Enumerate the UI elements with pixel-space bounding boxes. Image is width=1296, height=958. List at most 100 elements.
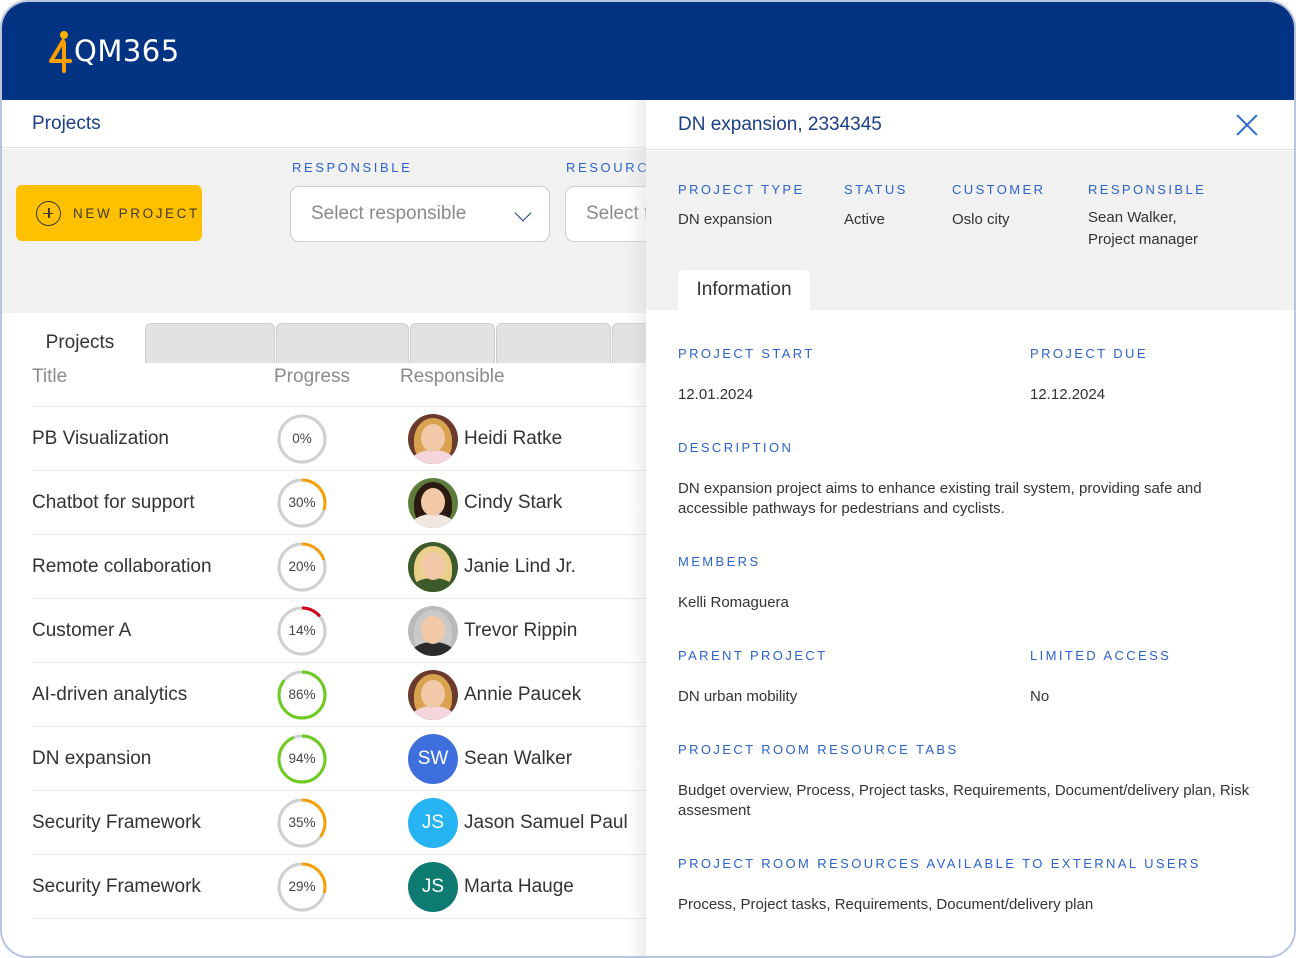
avatar-face (421, 679, 445, 708)
description-value: DN expansion project aims to enhance exi… (678, 480, 1202, 517)
table-row[interactable]: DN expansion 94% SW Sean Walker (32, 727, 648, 791)
progress-cell: 30% (274, 477, 400, 529)
progress-label: 35% (288, 815, 316, 830)
new-project-label: NEW PROJECT (73, 205, 200, 221)
avatar-face (421, 423, 445, 452)
progress-cell: 20% (274, 541, 400, 593)
table-row[interactable]: Remote collaboration 20% Janie Lind Jr. (32, 535, 648, 599)
progress-cell: 14% (274, 605, 400, 657)
responsible-cell: JS Marta Hauge (400, 861, 648, 912)
new-project-button[interactable]: NEW PROJECT (16, 185, 202, 241)
table-body: PB Visualization 0% Heidi Ratke Chatbot for… (32, 407, 648, 919)
status-value: Active (844, 211, 885, 228)
project-title[interactable]: PB Visualization (32, 428, 274, 450)
avatar (408, 413, 458, 464)
responsible-name: Annie Paucek (464, 683, 582, 705)
external-resources-value: Process, Project tasks, Requirements, Do… (678, 896, 1094, 913)
table-row[interactable]: Security Framework 29% JS Marta Hauge (32, 855, 648, 919)
table-row[interactable]: Security Framework 35% JS Jason Samuel Paul (32, 791, 648, 855)
table-row[interactable]: PB Visualization 0% Heidi Ratke (32, 407, 648, 471)
resource-tabs-value: Budget overview, Process, Project tasks,… (678, 782, 1250, 819)
projects-page: Projects NEW PROJECT RESPONSIBLE Select … (2, 100, 685, 956)
project-details-panel: DN expansion, 2334345 PROJECT TYPE DN ex… (646, 100, 1294, 956)
logo-mark-icon (49, 31, 72, 73)
progress-label: 94% (288, 751, 316, 766)
status-label: STATUS (844, 182, 908, 197)
table-row[interactable]: AI-driven analytics 86% Annie Paucek (32, 663, 648, 727)
project-start-value: 12.01.2024 (678, 386, 754, 403)
responsible-name: Jason Samuel Paul (464, 811, 628, 833)
panel-header: DN expansion, 2334345 (646, 100, 1294, 150)
avatar (408, 669, 458, 720)
progress-label: 29% (288, 879, 316, 894)
project-type-value: DN expansion (678, 211, 773, 228)
responsible-cell: Annie Paucek (400, 669, 648, 720)
filter-bar: NEW PROJECT RESPONSIBLE Select responsib… (2, 149, 685, 363)
page-title: Projects (32, 112, 101, 134)
responsible-name: Janie Lind Jr. (464, 555, 576, 577)
avatar: SW (408, 733, 458, 784)
app-window: QM365 Projects NEW PROJECT RESPONSIBLE S… (0, 0, 1296, 958)
progress-cell: 86% (274, 669, 400, 721)
avatar-initials: JS (421, 811, 445, 833)
responsible-value-role: Project manager (1088, 231, 1199, 248)
project-due-label: PROJECT DUE (1030, 346, 1148, 361)
column-progress[interactable]: Progress (274, 366, 400, 388)
project-title[interactable]: AI-driven analytics (32, 684, 274, 706)
logo[interactable]: QM365 (48, 28, 180, 74)
project-title[interactable]: Security Framework (32, 876, 274, 898)
responsible-cell: Trevor Rippin (400, 605, 648, 656)
panel-title: DN expansion, 2334345 (678, 113, 882, 135)
column-responsible[interactable]: Responsible (400, 366, 648, 388)
responsible-cell: JS Jason Samuel Paul (400, 797, 648, 848)
avatar-face (421, 551, 445, 580)
progress-ring: 94% (276, 733, 328, 785)
progress-label: 0% (292, 431, 312, 446)
table-header: Title Progress Responsible (32, 348, 648, 407)
avatar-initials: JS (421, 875, 445, 897)
responsible-name: Trevor Rippin (464, 619, 578, 641)
description-label: DESCRIPTION (678, 440, 794, 455)
panel-summary: PROJECT TYPE DN expansion STATUS Active … (646, 151, 1294, 310)
table-row[interactable]: Chatbot for support 30% Cindy Stark (32, 471, 648, 535)
table-row[interactable]: Customer A 14% Trevor Rippin (32, 599, 648, 663)
progress-ring: 29% (276, 861, 328, 913)
responsible-select[interactable]: Select responsible (290, 186, 550, 242)
tab-information[interactable]: Information (678, 270, 810, 310)
parent-project-value: DN urban mobility (678, 688, 798, 705)
responsible-cell: Cindy Stark (400, 477, 648, 528)
progress-ring: 20% (276, 541, 328, 593)
progress-cell: 35% (274, 797, 400, 849)
project-type-label: PROJECT TYPE (678, 182, 805, 197)
members-label: MEMBERS (678, 554, 761, 569)
column-title[interactable]: Title (32, 366, 274, 388)
responsible-select-placeholder: Select responsible (311, 203, 467, 224)
progress-ring: 86% (276, 669, 328, 721)
progress-label: 30% (288, 495, 316, 510)
responsible-name: Heidi Ratke (464, 427, 563, 449)
project-title[interactable]: Chatbot for support (32, 492, 274, 514)
information-content: PROJECT START 12.01.2024 PROJECT DUE 12.… (646, 310, 1294, 956)
customer-value: Oslo city (952, 211, 1010, 228)
close-icon[interactable] (1236, 114, 1258, 136)
responsible-cell: SW Sean Walker (400, 733, 648, 784)
progress-label: 86% (288, 687, 316, 702)
panel-shadow (628, 100, 648, 956)
responsible-filter-label: RESPONSIBLE (292, 160, 413, 175)
progress-cell: 29% (274, 861, 400, 913)
avatar-face (421, 487, 445, 516)
resource-tabs-label: PROJECT ROOM RESOURCE TABS (678, 742, 959, 757)
avatar (408, 605, 458, 656)
avatar-initials: SW (417, 747, 449, 769)
progress-label: 20% (288, 559, 316, 574)
project-title[interactable]: DN expansion (32, 748, 274, 770)
responsible-value-name: Sean Walker, (1088, 209, 1177, 226)
members-value: Kelli Romaguera (678, 594, 789, 611)
project-title[interactable]: Security Framework (32, 812, 274, 834)
limited-access-label: LIMITED ACCESS (1030, 648, 1172, 663)
logo-text: QM365 (74, 34, 180, 68)
limited-access-value: No (1030, 688, 1050, 705)
project-title[interactable]: Remote collaboration (32, 556, 274, 578)
avatar (408, 477, 458, 528)
project-title[interactable]: Customer A (32, 620, 274, 642)
